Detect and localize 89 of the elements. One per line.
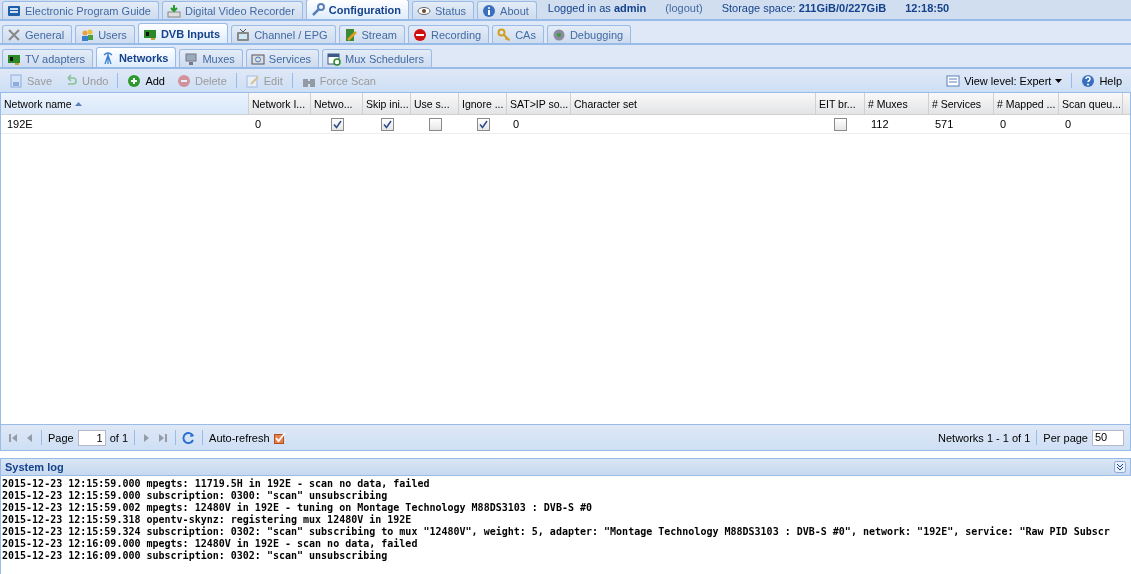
tab[interactable]: Debugging <box>546 25 632 43</box>
log-line: 2015-12-23 12:15:59.002 mpegts: 12480V in 192E - tuning on Montage Technology M88DS3103 : DVB-S #0 <box>2 502 593 514</box>
monitor-icon <box>184 51 199 66</box>
tab[interactable]: Stream <box>338 25 405 43</box>
checkbox[interactable] <box>476 117 490 131</box>
page-label: Page <box>48 431 74 444</box>
tab[interactable]: Configuration <box>305 0 409 19</box>
column-header[interactable]: EIT br... <box>816 93 865 114</box>
log-line: 2015-12-23 12:15:59.318 opentv-skynz: registering mux 12480V in 192E <box>2 514 413 526</box>
checkbox[interactable] <box>330 117 344 131</box>
delete-icon <box>176 73 191 88</box>
column-header[interactable]: Skip ini... <box>363 93 411 114</box>
tab[interactable]: Mux Schedulers <box>322 49 432 67</box>
auto-refresh-label: Auto-refresh <box>209 431 270 444</box>
auto-refresh-checkbox[interactable] <box>273 431 286 444</box>
per-page-label: Per page <box>1043 431 1088 444</box>
tab[interactable]: Digital Video Recorder <box>161 1 303 19</box>
column-header[interactable]: SAT>IP so... <box>507 93 571 114</box>
tab[interactable]: Networks <box>95 47 177 67</box>
log-line: 2015-12-23 12:16:09.000 mpegts: 12480V in 192E - scan no data, failed <box>2 538 419 550</box>
paging-summary: Networks 1 - 1 of 1 <box>938 431 1031 444</box>
users-icon <box>80 27 95 42</box>
column-header[interactable]: Netwo... <box>311 93 363 114</box>
logout-link[interactable]: (logout) <box>657 2 711 17</box>
column-header[interactable]: Network name <box>1 93 249 114</box>
log-line: 2015-12-23 12:15:59.324 subscription: 0302: "scan" subscribing to mux "12480V", weight: 5, adapter: "Montage Technology M88DS3103 : DVB-S #0", network: "192E", service: "Raw PID Subscr <box>2 526 1111 538</box>
page-field[interactable]: 1 <box>77 429 106 446</box>
caret-icon <box>1055 78 1063 83</box>
view-level-dropdown[interactable]: View level: Expert <box>941 71 1068 90</box>
screen-icon <box>7 3 21 18</box>
checkbox[interactable] <box>834 117 847 131</box>
tab[interactable]: Recording <box>408 25 490 43</box>
column-header[interactable]: Network I... <box>249 93 311 114</box>
list-view-icon <box>946 73 961 88</box>
checkbox[interactable] <box>428 117 442 131</box>
header-info: Logged in as admin <box>546 2 648 16</box>
table-cell-text: 112 <box>870 117 890 132</box>
header-info: Storage space: 211GiB/0/227GiB <box>720 2 888 16</box>
toolbar-button[interactable]: Add <box>122 71 170 90</box>
tab[interactable]: Status <box>411 1 475 19</box>
table-cell-text: 571 <box>934 117 955 132</box>
table-cell-text: 0 <box>254 117 263 132</box>
column-header[interactable]: Scan queu... <box>1059 93 1123 114</box>
tab[interactable]: Channel / EPG <box>231 25 336 43</box>
tab[interactable]: Users <box>75 25 135 43</box>
info-icon <box>482 3 497 18</box>
tv-icon <box>250 51 265 66</box>
log-line: 2015-12-23 12:16:09.000 subscription: 0302: "scan" unsubscribing <box>2 550 389 562</box>
refresh-icon[interactable] <box>182 430 197 445</box>
sort-arrow-icon <box>74 101 82 106</box>
column-header[interactable]: # Services <box>929 93 994 114</box>
log-line: 2015-12-23 12:15:59.000 subscription: 0300: "scan" unsubscribing <box>2 490 389 502</box>
add-icon <box>127 73 142 88</box>
column-header[interactable]: Use s... <box>411 93 459 114</box>
record-icon <box>413 27 427 42</box>
last-page-icon[interactable] <box>157 431 170 444</box>
column-header[interactable]: # Mapped ... <box>994 93 1059 114</box>
edit-icon <box>245 73 260 88</box>
table-cell-text: 0 <box>1064 117 1073 132</box>
help-icon <box>1081 73 1096 88</box>
panel-title: System log <box>5 461 64 473</box>
column-header[interactable]: # Muxes <box>865 93 929 114</box>
per-page-select[interactable]: 50 <box>1092 429 1124 446</box>
tv-icon <box>236 27 251 42</box>
tab[interactable]: Electronic Program Guide <box>2 1 159 19</box>
tab[interactable]: Muxes <box>179 49 243 67</box>
page-count: of 1 <box>109 431 129 444</box>
table-cell-text: 0 <box>999 117 1008 132</box>
tab[interactable]: About <box>477 1 537 19</box>
calendar-icon <box>327 51 342 66</box>
tab[interactable]: Services <box>245 49 320 67</box>
tab[interactable]: CAs <box>492 25 544 43</box>
undo-icon <box>64 73 79 88</box>
header-info: 12:18:50 <box>904 2 951 16</box>
collapse-icon[interactable] <box>1114 461 1126 473</box>
save-icon <box>9 73 23 88</box>
tab[interactable]: TV adapters <box>2 49 93 67</box>
wrench-icon <box>310 2 325 17</box>
first-page-icon[interactable] <box>7 431 19 444</box>
tab[interactable]: General <box>2 25 73 43</box>
column-header[interactable]: Character set <box>571 93 816 114</box>
help-button[interactable]: Help <box>1076 71 1127 90</box>
tab[interactable]: DVB Inputs <box>137 23 229 43</box>
checkbox[interactable] <box>380 117 394 131</box>
column-header[interactable]: Ignore ... <box>459 93 507 114</box>
log-line: 2015-12-23 12:15:59.000 mpegts: 11719.5H in 192E - scan no data, failed <box>2 478 431 490</box>
key-icon <box>497 27 512 42</box>
table-cell-text: 192E <box>6 117 34 132</box>
table-cell-text: 0 <box>512 117 521 132</box>
